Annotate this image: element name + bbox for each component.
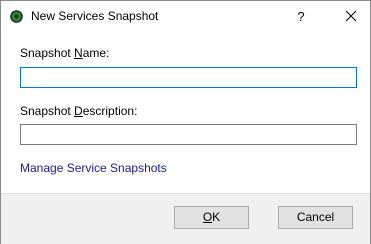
app-icon [10, 10, 23, 23]
snapshot-name-input[interactable] [20, 67, 357, 88]
close-icon [345, 10, 357, 22]
manage-service-snapshots-link[interactable]: Manage Service Snapshots [20, 161, 167, 175]
snapshot-description-label: Snapshot Description: [20, 104, 138, 118]
snapshot-name-label: Snapshot Name: [20, 46, 110, 60]
title-bar: New Services Snapshot ? [1, 1, 370, 32]
dialog-content: Snapshot Name: Snapshot Description: Man… [1, 32, 370, 193]
button-bar: OK Cancel [1, 193, 370, 244]
snapshot-description-input[interactable] [20, 124, 357, 145]
dialog-window: New Services Snapshot ? Snapshot Name: S… [0, 0, 371, 244]
close-button[interactable] [332, 1, 370, 32]
window-title: New Services Snapshot [31, 9, 159, 23]
ok-button[interactable]: OK [174, 206, 249, 229]
cancel-button[interactable]: Cancel [278, 206, 353, 229]
help-button[interactable]: ? [286, 1, 316, 32]
